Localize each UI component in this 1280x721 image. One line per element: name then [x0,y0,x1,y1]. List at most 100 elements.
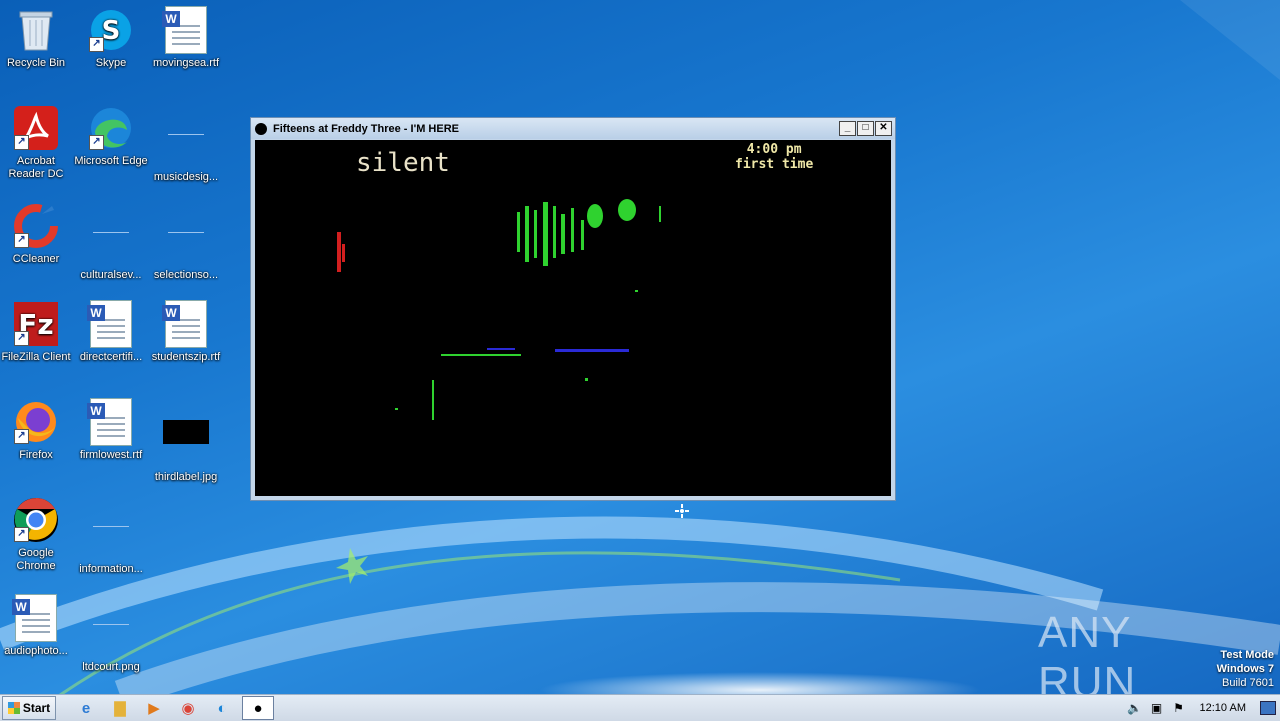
test-mode-notice: Test Mode Windows 7 Build 7601 [1217,648,1274,690]
start-label: Start [22,701,51,715]
desktop-icon-audiophoto[interactable]: W audiophoto... [0,594,74,658]
taskbar-edge-button[interactable]: ◐ [208,697,236,719]
taskbar: Start e ▇ ▶ ◉ ◐ ● 🔈 ▣ ⚑ 12:10 AM [0,694,1280,721]
game-status-text: silent [356,148,450,178]
close-button[interactable]: ✕ [875,121,892,136]
blank-file-icon [162,218,210,266]
tray-clock[interactable]: 12:10 AM [1200,702,1246,714]
game-clock: 4:00 pm first time [735,142,813,172]
shortcut-arrow-icon: ↗ [14,429,29,444]
shortcut-arrow-icon: ↗ [14,331,29,346]
desktop-icon-label: directcertifi... [79,351,143,363]
desktop-icon-musicdesig[interactable]: musicdesig... [148,104,224,184]
test-mode-line1: Test Mode [1220,649,1274,661]
action-center-flag-icon[interactable]: ⚑ [1170,701,1188,715]
desktop-icon-label: FileZilla Client [1,351,71,363]
desktop-icon-label: thirdlabel.jpg [154,471,218,483]
network-icon[interactable]: ▣ [1148,701,1166,715]
desktop-icon-directcertifi[interactable]: W directcertifi... [73,300,149,364]
desktop-icon-label: audiophoto... [4,645,68,657]
desktop-icon-skype[interactable]: S ↗ Skype [73,6,149,70]
word-document-icon: W [162,6,210,54]
minimize-button[interactable]: _ [839,121,856,136]
taskbar-explorer-button[interactable]: ▇ [106,697,134,719]
maximize-button[interactable]: □ [857,121,874,136]
app-icon [255,122,267,135]
show-desktop-button[interactable] [1260,701,1276,715]
desktop-icon-label: ltdcourt.png [82,661,140,673]
desktop-icon-label: Recycle Bin [6,57,66,69]
ccleaner-icon: ↗ [12,202,60,250]
chrome-icon: ↗ [12,496,60,544]
desktop-icon-label: Acrobat Reader DC [8,155,64,180]
test-mode-line3: Build 7601 [1222,677,1274,689]
shortcut-arrow-icon: ↗ [14,233,29,248]
desktop-icon-label: musicdesig... [153,171,219,183]
desktop-icon-label: Microsoft Edge [74,155,148,167]
taskbar-ie-button[interactable]: e [72,697,100,719]
microsoft-edge-icon: ↗ [87,104,135,152]
game-viewport[interactable]: silent 4:00 pm first time [255,140,891,496]
desktop-icon-label: culturalsev... [80,269,142,281]
window-titlebar[interactable]: Fifteens at Freddy Three - I'M HERE _ □ … [251,118,895,139]
desktop-icon-ccleaner[interactable]: ↗ CCleaner [0,202,74,266]
acrobat-reader-icon: ↗ [12,104,60,152]
svg-text:S: S [102,16,121,46]
windows-logo-icon [7,702,20,714]
word-document-icon: W [87,300,135,348]
system-tray: 🔈 ▣ ⚑ 12:10 AM [1122,695,1280,721]
microsoft-edge-icon: ◐ [217,699,227,717]
desktop-icon-label: Skype [95,57,127,69]
start-button[interactable]: Start [2,696,56,720]
taskbar-media-player-button[interactable]: ▶ [140,697,168,719]
desktop-icon-label: movingsea.rtf [152,57,220,69]
game-clock-time: 4:00 pm [746,142,802,157]
game-scene [337,199,661,420]
word-document-icon: W [12,594,60,642]
desktop-icon-selectionso[interactable]: selectionso... [148,202,224,282]
volume-icon[interactable]: 🔈 [1126,701,1144,715]
desktop-icon-label: Google Chrome [16,547,56,572]
shortcut-arrow-icon: ↗ [89,37,104,52]
desktop-icon-edge[interactable]: ↗ Microsoft Edge [73,104,149,168]
blank-file-icon [162,120,210,168]
desktop-icon-firmlowest[interactable]: W firmlowest.rtf [73,398,149,462]
taskbar-chrome-button[interactable]: ◉ [174,697,202,719]
image-file-icon [87,610,135,658]
desktop-icon-label: Firefox [19,449,53,461]
skype-icon: S ↗ [87,6,135,54]
game-window[interactable]: Fifteens at Freddy Three - I'M HERE _ □ … [250,117,896,501]
test-mode-line2: Windows 7 [1216,663,1274,675]
media-player-icon: ▶ [148,700,160,717]
watermark-text: ANY RUN [1038,608,1137,707]
desktop-icon-chrome[interactable]: ↗ Google Chrome [0,496,74,573]
desktop-icon-information[interactable]: information... [73,496,149,576]
anyrun-watermark: ANY RUN [1038,608,1238,707]
shortcut-arrow-icon: ↗ [14,527,29,542]
desktop-icon-movingsea[interactable]: W movingsea.rtf [148,6,224,70]
firefox-icon: ↗ [12,398,60,446]
desktop-icon-thirdlabel[interactable]: thirdlabel.jpg [148,398,224,484]
game-app-icon: ● [253,699,263,717]
chrome-icon: ◉ [181,700,195,717]
desktop-icon-recycle-bin[interactable]: Recycle Bin [0,6,74,70]
blank-file-icon [87,512,135,560]
word-document-icon: W [162,300,210,348]
desktop-icon-label: information... [79,563,143,575]
shortcut-arrow-icon: ↗ [89,135,104,150]
blank-file-icon [87,218,135,266]
busy-cursor-icon [675,504,689,518]
desktop-icon-culturalsev[interactable]: culturalsev... [73,202,149,282]
filezilla-icon: Fz ↗ [12,300,60,348]
folder-icon: ▇ [114,700,126,717]
desktop-icon-acrobat[interactable]: ↗ Acrobat Reader DC [0,104,74,181]
desktop-icon-filezilla[interactable]: Fz ↗ FileZilla Client [0,300,74,364]
taskbar-game-button[interactable]: ● [242,696,274,720]
desktop-icon-label: studentszip.rtf [151,351,221,363]
desktop-icon-studentszip[interactable]: W studentszip.rtf [148,300,224,364]
game-clock-subtitle: first time [735,157,814,172]
desktop-icon-ltdcourt[interactable]: ltdcourt.png [73,594,149,674]
desktop-icon-firefox[interactable]: ↗ Firefox [0,398,74,462]
word-document-icon: W [87,398,135,446]
internet-explorer-icon: e [81,699,91,717]
